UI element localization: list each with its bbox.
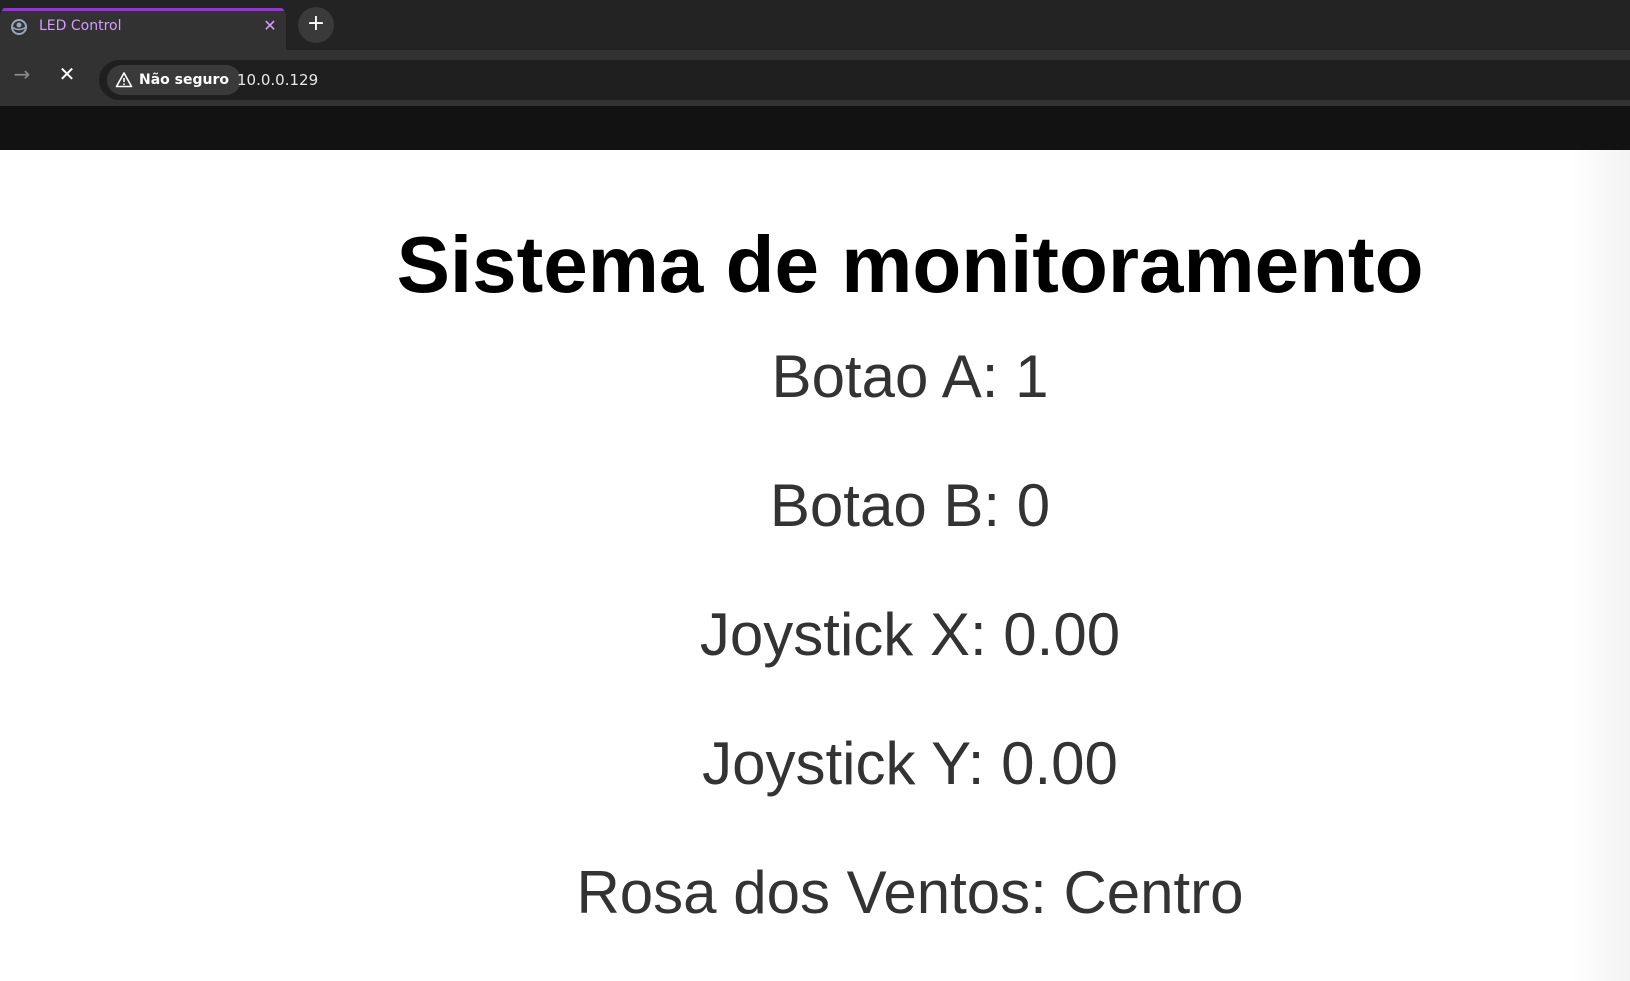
scroll-edge-shadow (1570, 150, 1630, 981)
warning-triangle-icon (115, 72, 133, 88)
tab-strip: LED Control ✕ + (0, 0, 1630, 50)
tab-led-control[interactable]: LED Control ✕ (0, 8, 286, 50)
close-tab-icon[interactable]: ✕ (260, 16, 280, 36)
reading-botao-b: Botao B: 0 (769, 472, 1051, 539)
reading-joystick-x: Joystick X: 0.00 (699, 601, 1121, 668)
bookmarks-bar (0, 106, 1630, 150)
tab-loading-indicator (2, 8, 284, 11)
reading-rosa-dos-ventos: Rosa dos Ventos: Centro (576, 859, 1244, 926)
security-label: Não seguro (139, 72, 229, 88)
page-title: Sistema de monitoramento (396, 220, 1424, 309)
url-text[interactable]: 10.0.0.129 (237, 70, 318, 90)
security-indicator-button[interactable]: Não seguro (107, 65, 241, 95)
reading-botao-a: Botao A: 1 (771, 343, 1049, 410)
address-bar[interactable]: Não seguro 10.0.0.129 (99, 60, 1630, 100)
forward-arrow-icon[interactable]: → (10, 62, 34, 86)
globe-icon (11, 19, 27, 35)
stop-loading-icon[interactable]: ✕ (55, 62, 79, 86)
browser-toolbar: → ✕ Não seguro 10.0.0.129 (0, 50, 1630, 106)
page-viewport: Sistema de monitoramento Botao A: 1 Bota… (0, 150, 1630, 981)
reading-joystick-y: Joystick Y: 0.00 (702, 730, 1118, 797)
tab-title: LED Control (39, 18, 122, 34)
new-tab-button[interactable]: + (298, 7, 334, 43)
